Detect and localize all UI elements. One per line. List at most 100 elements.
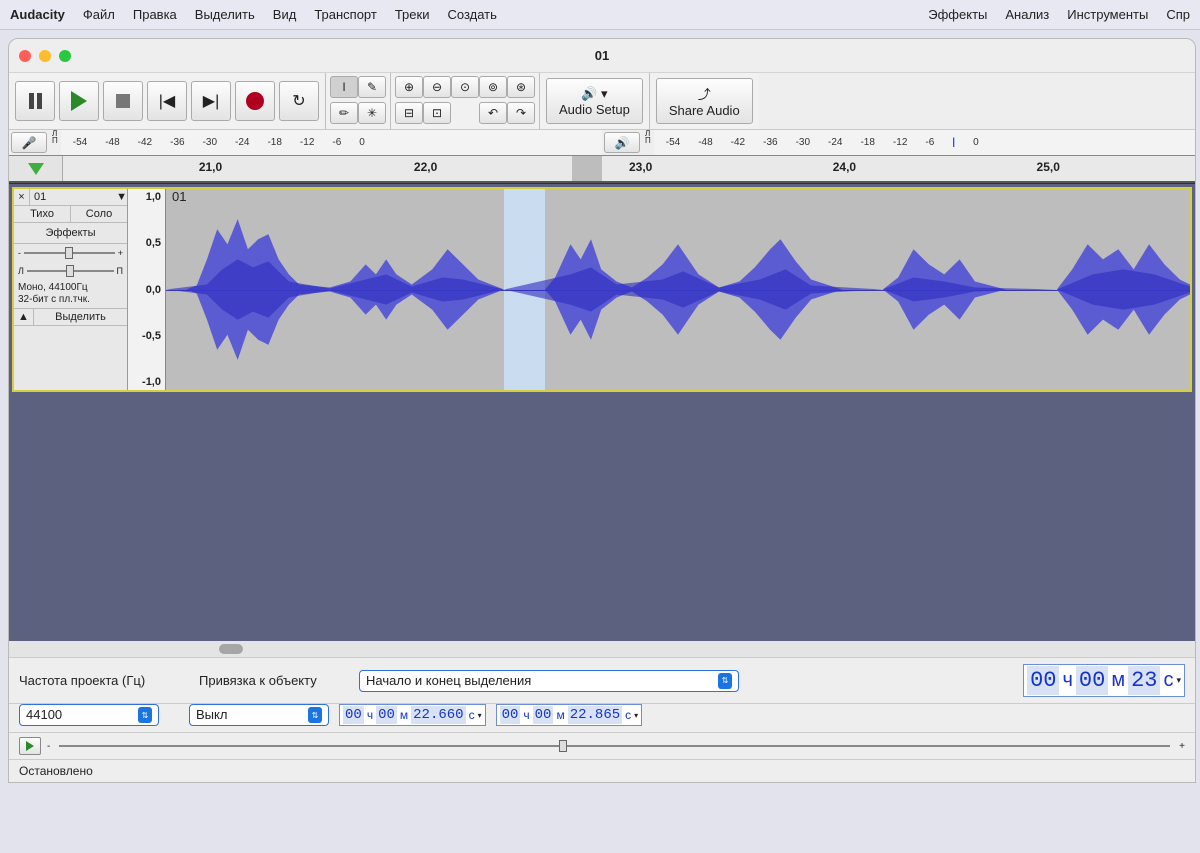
skip-end-button[interactable]: ▶| [191,81,231,121]
selection-end-timecode[interactable]: 00ч 00м 22.865с▾ [496,704,643,726]
meter-tick: -36 [170,137,184,148]
track-control-panel: × 01 ▼ Тихо Соло Эффекты - + Л [14,189,128,390]
vruler-tick: 1,0 [146,191,161,203]
project-rate-dropdown[interactable]: 44100 ⇅ [19,704,159,726]
recording-meter-mic-button[interactable]: 🎤 [11,132,47,153]
tools-toolbar: I ✎ ✏ ✳ [326,73,391,129]
menu-app[interactable]: Audacity [10,7,65,22]
audio-position-timecode[interactable]: 00ч 00м 23с ▾ [1023,664,1185,697]
meter-tick: -30 [796,137,810,148]
snap-label: Привязка к объекту [199,673,349,688]
menu-tracks[interactable]: Треки [395,7,430,22]
edit-toolbar: ⊕ ⊖ ⊙ ⊚ ⊛ ⊟ ⊡ ↶ ↷ [391,73,540,129]
skip-start-button[interactable]: |◀ [147,81,187,121]
share-audio-label: Share Audio [669,103,740,118]
project-rate-label: Частота проекта (Гц) [19,673,189,688]
snap-value: Выкл [196,707,227,723]
meter-tick: -42 [731,137,745,148]
solo-button[interactable]: Соло [71,206,127,222]
audio-setup-button[interactable]: 🔊 ▾ Audio Setup [546,78,643,124]
menu-effects[interactable]: Эффекты [928,7,987,22]
envelope-tool[interactable]: ✎ [358,76,386,98]
vertical-ruler[interactable]: 1,0 0,5 0,0 -0,5 -1,0 [128,189,166,390]
menu-view[interactable]: Вид [273,7,297,22]
selection-start-timecode[interactable]: 00ч 00м 22.660с▾ [339,704,486,726]
loop-button[interactable]: ↻ [279,81,319,121]
pan-slider[interactable]: Л П [14,262,127,280]
meter-tick: -24 [235,137,249,148]
play-at-speed-button[interactable] [19,737,41,755]
waveform-svg [166,189,1190,390]
zoom-in-button[interactable]: ⊕ [395,76,423,98]
meter-tick: -18 [267,137,281,148]
draw-tool[interactable]: ✏ [330,102,358,124]
timeline-tick: 25,0 [1037,160,1060,174]
silence-button[interactable]: ⊡ [423,102,451,124]
timeline-tick: 21,0 [199,160,222,174]
menu-edit[interactable]: Правка [133,7,177,22]
track-effects-button[interactable]: Эффекты [14,223,127,243]
audio-setup-label: Audio Setup [559,102,630,117]
track-collapse-button[interactable]: ▲ [14,309,34,325]
meter-tick: -24 [828,137,842,148]
playback-meter[interactable]: -54 -48 -42 -36 -30 -24 -18 -12 -6 | 0 [654,130,1195,155]
waveform-display[interactable]: 01 [166,189,1190,390]
snap-dropdown[interactable]: Выкл ⇅ [189,704,329,726]
share-icon: ⤴ [698,84,711,103]
tracks-area[interactable]: × 01 ▼ Тихо Соло Эффекты - + Л [9,183,1195,657]
pause-button[interactable] [15,81,55,121]
vruler-tick: 0,0 [146,284,161,296]
vruler-tick: -1,0 [142,376,161,388]
menu-tools[interactable]: Инструменты [1067,7,1148,22]
fit-selection-button[interactable]: ⊙ [451,76,479,98]
track-format-info: Моно, 44100Гц 32-бит с пл.тчк. [14,280,127,308]
mic-icon: 🎤 [22,136,37,150]
gain-slider[interactable]: - + [14,244,127,262]
track-close-button[interactable]: × [14,189,30,205]
meter-tick: -42 [138,137,152,148]
meter-tick: -18 [860,137,874,148]
play-speed-slider[interactable] [59,745,1170,747]
fit-project-button[interactable]: ⊚ [479,76,507,98]
selection-tool[interactable]: I [330,76,358,98]
horizontal-scrollbar[interactable] [9,641,1195,657]
trim-button[interactable]: ⊟ [395,102,423,124]
timeline-head[interactable] [9,156,63,181]
undo-button[interactable]: ↶ [479,102,507,124]
clip-title[interactable]: 01 [172,189,186,204]
play-button[interactable] [59,81,99,121]
timeline-tick: 22,0 [414,160,437,174]
titlebar[interactable]: 01 [9,39,1195,73]
timeline-cursor[interactable] [572,156,602,181]
recording-meter[interactable]: -54 -48 -42 -36 -30 -24 -18 -12 -6 0 [61,130,602,155]
stop-button[interactable] [103,81,143,121]
zoom-out-button[interactable]: ⊖ [423,76,451,98]
meter-tick: -54 [666,137,680,148]
meter-tick: -54 [73,137,87,148]
share-audio-button[interactable]: ⤴ Share Audio [656,78,753,124]
menu-file[interactable]: Файл [83,7,115,22]
zoom-toggle-button[interactable]: ⊛ [507,76,535,98]
meter-tick: -12 [300,137,314,148]
menu-help[interactable]: Спр [1166,7,1190,22]
play-head-icon [28,163,44,175]
track-01: × 01 ▼ Тихо Соло Эффекты - + Л [12,187,1192,392]
redo-button[interactable]: ↷ [507,102,535,124]
selection-mode-dropdown[interactable]: Начало и конец выделения ⇅ [359,670,739,692]
track-select-button[interactable]: Выделить [34,309,127,325]
menu-generate[interactable]: Создать [447,7,496,22]
dropdown-arrow-icon: ⇅ [138,707,152,723]
timeline[interactable]: 21,0 22,0 23,0 24,0 25,0 26,0 [9,155,1195,183]
scrollbar-thumb[interactable] [219,644,243,654]
mute-button[interactable]: Тихо [14,206,71,222]
record-button[interactable] [235,81,275,121]
track-name-dropdown[interactable]: 01 ▼ [30,189,127,205]
menu-transport[interactable]: Транспорт [314,7,377,22]
multi-tool[interactable]: ✳ [358,102,386,124]
meter-tick: -6 [925,137,934,148]
menu-analyze[interactable]: Анализ [1005,7,1049,22]
play-speed-toolbar: - + [9,732,1195,759]
menu-select[interactable]: Выделить [195,7,255,22]
timeline-ruler[interactable]: 21,0 22,0 23,0 24,0 25,0 26,0 [63,156,1195,181]
playback-meter-speaker-button[interactable]: 🔊 [604,132,640,153]
